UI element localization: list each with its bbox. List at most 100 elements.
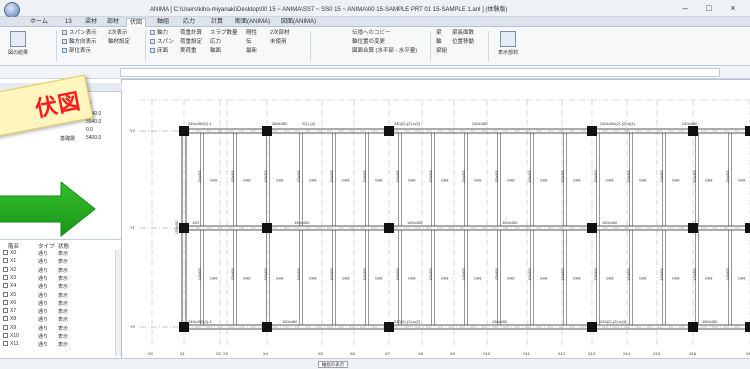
command-input[interactable] bbox=[120, 68, 720, 77]
slab-quantity-button[interactable]: スラブ数量 bbox=[210, 30, 238, 37]
visibility-checkbox[interactable] bbox=[3, 333, 8, 338]
x-axis-label: X10 bbox=[483, 351, 491, 356]
app-menu-icon[interactable] bbox=[4, 2, 20, 18]
ribbon-divider bbox=[56, 31, 57, 61]
column-header[interactable]: タイプ bbox=[38, 242, 55, 250]
axis-button[interactable]: 軸 bbox=[436, 39, 442, 46]
gridline-state: 表示 bbox=[58, 325, 69, 332]
list-item[interactable]: X10 通り 表示 bbox=[3, 333, 113, 341]
visibility-checkbox[interactable] bbox=[3, 316, 8, 322]
tab-home[interactable]: ホーム bbox=[27, 18, 51, 27]
list-item[interactable]: X7 通り 表示 bbox=[3, 308, 113, 316]
list-item[interactable]: X4 通り 表示 bbox=[3, 283, 113, 291]
axis-position-change-button[interactable]: 軸位置の変更 bbox=[352, 39, 385, 46]
visibility-checkbox[interactable] bbox=[3, 308, 8, 314]
visibility-checkbox[interactable] bbox=[3, 258, 8, 264]
visibility-checkbox[interactable] bbox=[3, 283, 8, 289]
column-header[interactable]: 状態 bbox=[58, 242, 69, 250]
column bbox=[688, 322, 698, 332]
display-member-button[interactable]: 表示部材 bbox=[494, 31, 522, 61]
bay-label: GH8 bbox=[639, 277, 646, 281]
list-item[interactable]: X8 通り 表示 bbox=[3, 316, 113, 324]
column bbox=[745, 223, 750, 233]
list-item[interactable]: X1 通り 表示 bbox=[3, 258, 113, 266]
visibility-checkbox[interactable] bbox=[3, 250, 8, 255]
tab-calculation[interactable]: 計算 bbox=[208, 18, 226, 27]
bay-label: GH8 bbox=[441, 179, 448, 183]
gridline-state: 表示 bbox=[58, 284, 69, 291]
joist-label: 120x300 bbox=[462, 268, 466, 280]
span-button[interactable]: スパン bbox=[150, 39, 174, 46]
list-item[interactable]: X9 通り 表示 bbox=[3, 324, 113, 333]
close-button[interactable]: × bbox=[724, 1, 742, 15]
list-scrollbar[interactable] bbox=[115, 250, 121, 356]
list-item[interactable]: X6 通り 表示 bbox=[3, 299, 113, 308]
tab-members[interactable]: 部材 bbox=[104, 18, 122, 27]
visibility-checkbox[interactable] bbox=[3, 274, 8, 280]
column bbox=[262, 322, 272, 332]
tab-stress[interactable]: 応力 bbox=[180, 18, 198, 27]
visibility-checkbox[interactable] bbox=[3, 341, 8, 347]
latest-button[interactable]: 最新 bbox=[246, 48, 257, 55]
visibility-checkbox[interactable] bbox=[3, 324, 8, 330]
tab-floor-plan[interactable]: 伏図 bbox=[126, 18, 147, 27]
axis-material-button[interactable]: 軸材設定 bbox=[108, 39, 130, 46]
result-view-button[interactable]: 図の結果 bbox=[4, 31, 32, 61]
visibility-checkbox[interactable] bbox=[3, 266, 8, 272]
minimize-button[interactable]: – bbox=[676, 1, 694, 15]
tab-section[interactable]: 断面(ANIMA) bbox=[232, 18, 273, 27]
joist-label: 120x300 bbox=[297, 268, 301, 280]
drawing-total-button[interactable]: 図面合算 (水平部 - 水平量) bbox=[352, 48, 417, 55]
list-item[interactable]: X3 通り 表示 bbox=[3, 274, 113, 283]
tab-framing[interactable]: 軸組 bbox=[154, 18, 172, 27]
beam-group-button[interactable]: 梁組 bbox=[436, 48, 447, 55]
list-item[interactable]: X2 通り 表示 bbox=[3, 266, 113, 275]
unused-button[interactable]: 未使用 bbox=[270, 39, 287, 46]
transfer-button[interactable]: 伝 bbox=[246, 39, 252, 46]
checkbox-icon bbox=[62, 30, 67, 35]
stress-button[interactable]: 応力 bbox=[210, 39, 221, 46]
span-display-toggle[interactable]: スパン表示 bbox=[62, 30, 97, 37]
stiffness-button[interactable]: 剛性 bbox=[246, 30, 257, 37]
axis-display-toggle[interactable]: 軸方向表示 bbox=[62, 39, 97, 46]
maximize-button[interactable]: □ bbox=[700, 1, 718, 15]
bay-label: GH8 bbox=[738, 179, 745, 183]
column bbox=[179, 223, 189, 233]
bay-label: GH8 bbox=[474, 179, 481, 183]
load-setting-button[interactable]: 荷重設定 bbox=[180, 39, 202, 46]
beam-button[interactable]: 梁 bbox=[436, 30, 442, 37]
copy-to-transfer-button[interactable]: 伝播へのコピー bbox=[352, 30, 391, 37]
tab-drawing[interactable]: 図面(ANIMA) bbox=[278, 18, 319, 27]
ribbon-tabs: ホーム 13 梁材 部材 伏図 軸組 応力 計算 断面(ANIMA) 図面(AN… bbox=[0, 17, 750, 27]
gridline-name: X9 bbox=[10, 324, 17, 331]
joist-label: 120x300 bbox=[429, 170, 433, 182]
gridline-name: X11 bbox=[10, 341, 19, 348]
secondary-display-toggle[interactable]: 2次表示 bbox=[108, 30, 128, 37]
tab-13[interactable]: 13 bbox=[62, 18, 75, 27]
plan-canvas[interactable]: Y2 Y1 Y0 X0 X1 X2 X3 X4 X5 X6 X7 X8 X9 X10 X11 X12 X13 X1… bbox=[122, 79, 750, 358]
gridline-type: 通り bbox=[38, 292, 49, 299]
gridline-type: 通り bbox=[38, 317, 49, 324]
ribbon: 図の結果 スパン表示 軸方向表示 部位表示 2次表示 軸材設定 軸力 スパン 床… bbox=[0, 27, 750, 66]
beam-length-count-button[interactable]: 梁長面数 bbox=[452, 30, 474, 37]
column bbox=[179, 126, 189, 136]
column bbox=[587, 126, 597, 136]
load-calc-button[interactable]: 荷重計算 bbox=[180, 30, 202, 37]
framing-view-tab[interactable]: 軸組の表示 bbox=[318, 361, 348, 368]
part-display-toggle[interactable]: 部位表示 bbox=[62, 48, 91, 55]
column-header[interactable]: 階名 bbox=[8, 242, 19, 250]
visibility-checkbox[interactable] bbox=[3, 299, 8, 305]
axial-force-button[interactable]: 軸力 bbox=[150, 30, 168, 37]
list-item[interactable]: X0 通り 表示 bbox=[3, 250, 113, 258]
secondary-member-button[interactable]: 2次部材 bbox=[270, 30, 290, 37]
visibility-checkbox[interactable] bbox=[3, 291, 8, 297]
floor-name[interactable]: 基礎層 bbox=[60, 135, 75, 142]
list-item[interactable]: X5 通り 表示 bbox=[3, 291, 113, 300]
y-axis-label: Y2 bbox=[130, 128, 136, 133]
list-item[interactable]: X11 通り 表示 bbox=[3, 341, 113, 349]
floor-button[interactable]: 床面 bbox=[150, 48, 168, 55]
tab-beam-material[interactable]: 梁材 bbox=[82, 18, 100, 27]
position-move-button[interactable]: 位置移動 bbox=[452, 39, 474, 46]
axis-surface-button[interactable]: 軸面 bbox=[210, 48, 221, 55]
actual-load-button[interactable]: 実荷重 bbox=[180, 48, 197, 55]
